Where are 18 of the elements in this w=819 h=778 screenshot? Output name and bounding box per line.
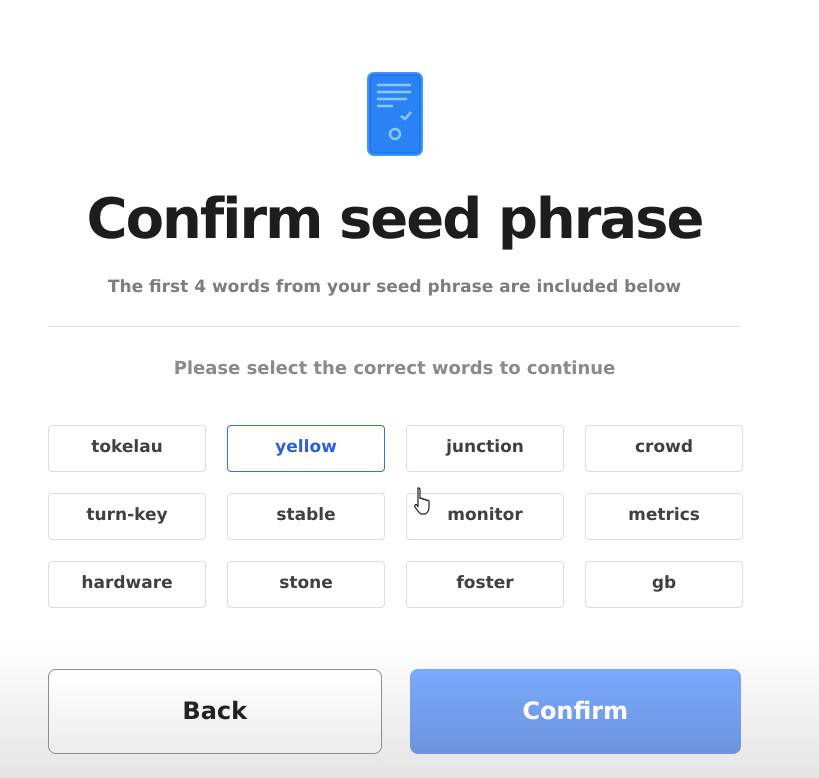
word-chip[interactable]: crowd	[585, 424, 743, 472]
word-chip[interactable]: junction	[406, 424, 564, 472]
document-icon	[366, 72, 422, 156]
word-chip[interactable]: stone	[227, 560, 385, 608]
word-chip[interactable]: tokelau	[48, 424, 206, 472]
subtitle: The first 4 words from your seed phrase are included below	[108, 276, 682, 300]
word-chip[interactable]: foster	[406, 560, 564, 608]
word-chip[interactable]: stable	[227, 492, 385, 540]
instruction-text: Please select the correct words to continue	[174, 356, 616, 381]
word-chip[interactable]: hardware	[48, 560, 206, 608]
word-chip[interactable]: gb	[585, 560, 743, 608]
word-chip[interactable]: yellow	[227, 424, 385, 472]
hand-cursor-icon	[412, 486, 432, 516]
word-chip[interactable]: metrics	[585, 492, 743, 540]
page-title: Confirm seed phrase	[86, 186, 702, 254]
word-chip[interactable]: turn-key	[48, 492, 206, 540]
back-button[interactable]: Back	[48, 668, 382, 754]
word-chip[interactable]: monitor	[406, 492, 564, 540]
